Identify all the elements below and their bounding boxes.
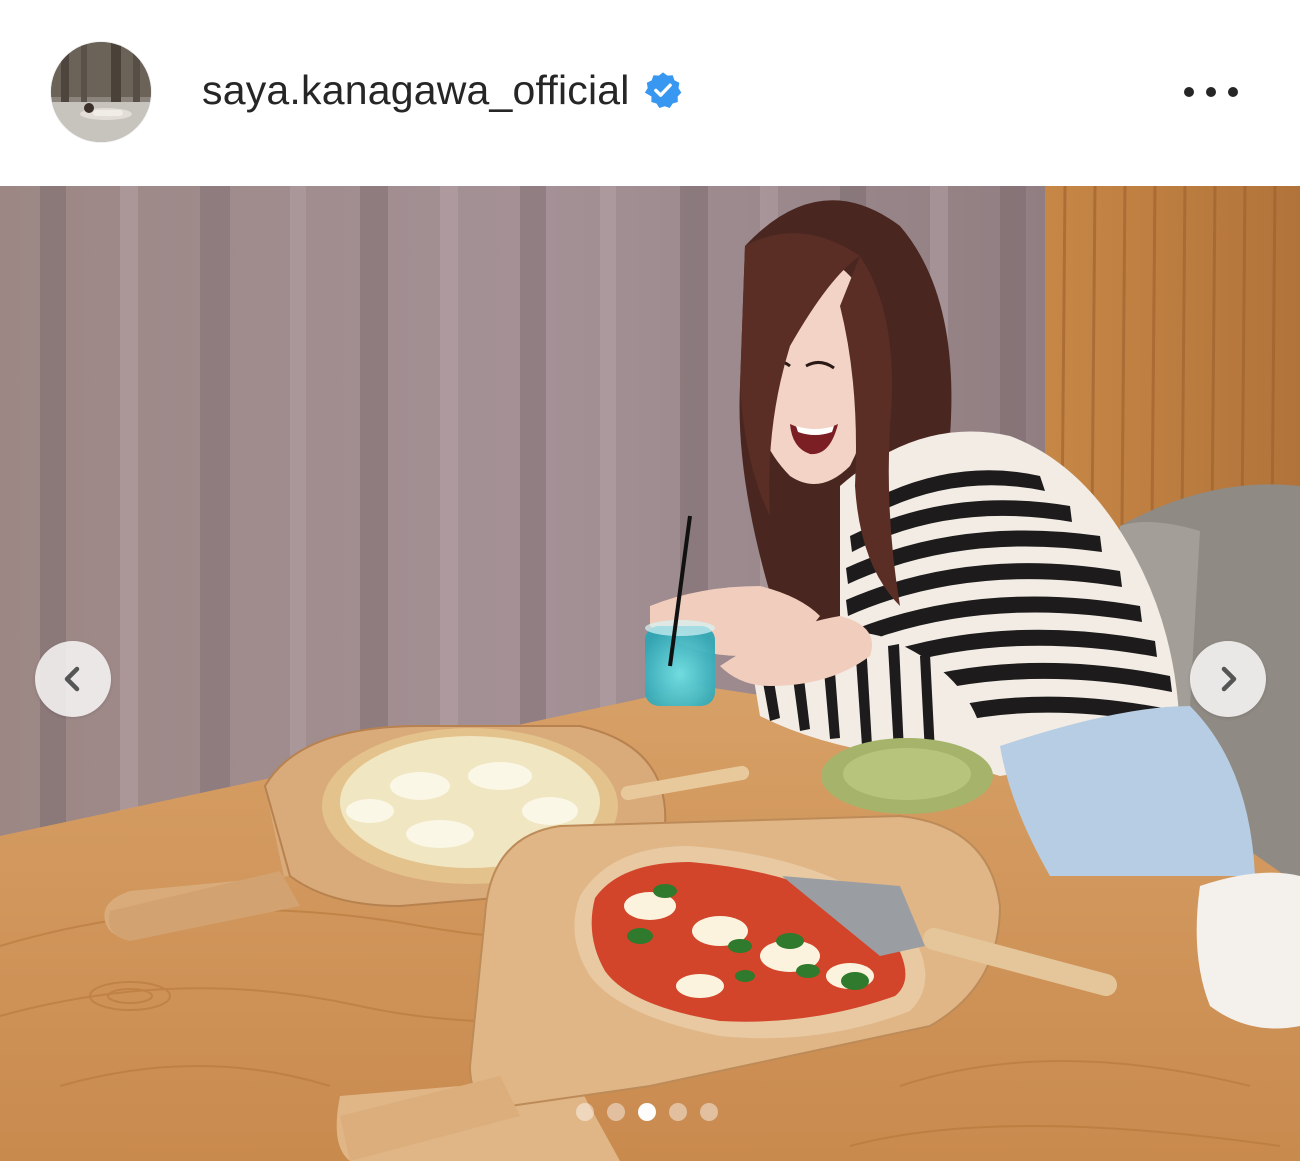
verified-badge-icon bbox=[644, 71, 682, 109]
avatar[interactable] bbox=[51, 42, 151, 142]
carousel-dot[interactable] bbox=[576, 1103, 594, 1121]
carousel-next-button[interactable] bbox=[1190, 641, 1266, 717]
instagram-post: saya.kanagawa_official bbox=[0, 0, 1300, 1161]
chevron-left-icon bbox=[64, 666, 80, 692]
carousel-dot[interactable] bbox=[607, 1103, 625, 1121]
post-header: saya.kanagawa_official bbox=[0, 0, 1300, 186]
more-options-button[interactable] bbox=[1180, 72, 1242, 112]
photo-scene bbox=[0, 186, 1300, 1161]
carousel-dot-active[interactable] bbox=[638, 1103, 656, 1121]
carousel-indicator bbox=[576, 1103, 718, 1121]
username-link[interactable]: saya.kanagawa_official bbox=[202, 62, 630, 118]
post-photo[interactable] bbox=[0, 186, 1300, 1161]
carousel-dot[interactable] bbox=[669, 1103, 687, 1121]
carousel-prev-button[interactable] bbox=[35, 641, 111, 717]
carousel-dot[interactable] bbox=[700, 1103, 718, 1121]
avatar-photo bbox=[51, 42, 151, 142]
more-horizontal-icon bbox=[1184, 87, 1238, 97]
chevron-right-icon bbox=[1221, 666, 1237, 692]
username-row: saya.kanagawa_official bbox=[202, 62, 682, 118]
